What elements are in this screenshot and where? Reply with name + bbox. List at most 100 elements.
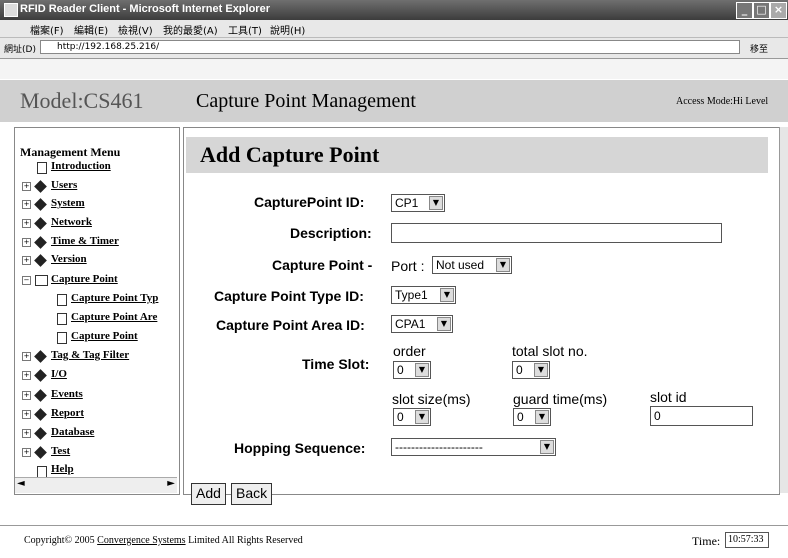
sidebar-item-capture-point-area[interactable]: Capture Point Are xyxy=(71,311,157,323)
expand-icon[interactable]: + xyxy=(22,371,31,380)
collapse-icon[interactable]: − xyxy=(22,276,31,285)
copyright-suffix: Limited All Rights Reserved xyxy=(188,535,303,546)
sidebar-item-test[interactable]: Test xyxy=(51,445,70,457)
chevron-down-icon: ▼ xyxy=(415,410,429,424)
add-button[interactable]: Add xyxy=(191,483,226,505)
menu-file[interactable]: 檔案(F) xyxy=(30,22,64,37)
time-slot-label: Time Slot: xyxy=(302,356,370,372)
hopping-select[interactable]: ---------------------- ▼ xyxy=(391,438,556,456)
sidebar-item-version[interactable]: Version xyxy=(51,253,87,265)
port-select[interactable]: Not used ▼ xyxy=(432,256,512,274)
area-id-select[interactable]: CPA1 ▼ xyxy=(391,315,453,333)
address-input[interactable]: http://192.168.25.216/ xyxy=(40,40,740,54)
slot-id-input[interactable]: 0 xyxy=(650,406,753,426)
menu-help[interactable]: 說明(H) xyxy=(270,22,305,37)
access-mode: Access Mode:Hi Level xyxy=(676,96,769,107)
address-label: 網址(D) xyxy=(4,45,36,55)
sidebar-item-tag-filter[interactable]: Tag & Tag Filter xyxy=(51,349,129,361)
chevron-down-icon: ▼ xyxy=(534,363,548,377)
guard-time-label: guard time(ms) xyxy=(513,391,608,407)
scroll-right-icon[interactable]: ► xyxy=(167,478,175,489)
sidebar-item-report[interactable]: Report xyxy=(51,407,84,419)
scroll-left-icon[interactable]: ◄ xyxy=(17,478,25,489)
sidebar-item-system[interactable]: System xyxy=(51,197,85,209)
expand-icon[interactable]: + xyxy=(22,391,31,400)
sidebar-item-io[interactable]: I/O xyxy=(51,368,67,380)
chevron-down-icon: ▼ xyxy=(440,288,454,302)
main-vertical-scrollbar[interactable] xyxy=(779,127,788,493)
sidebar-item-database[interactable]: Database xyxy=(51,426,94,438)
window-title: RFID Reader Client - Microsoft Internet … xyxy=(20,3,270,15)
sidebar-item-events[interactable]: Events xyxy=(51,388,83,400)
sidebar-item-capture-point[interactable]: Capture Point xyxy=(51,273,118,285)
description-label: Description: xyxy=(290,225,372,241)
slot-size-label: slot size(ms) xyxy=(392,391,471,407)
sidebar-item-users[interactable]: Users xyxy=(51,179,77,191)
minimize-icon[interactable]: _ xyxy=(736,2,753,19)
page-icon xyxy=(37,162,47,174)
copyright-prefix: Copyright© 2005 xyxy=(24,535,95,546)
maximize-icon[interactable]: □ xyxy=(753,2,770,19)
page-icon xyxy=(57,294,67,306)
sidebar-item-capture-point-type[interactable]: Capture Point Typ xyxy=(71,292,158,304)
menu-tools[interactable]: 工具(T) xyxy=(228,22,262,37)
menu-favorites[interactable]: 我的最愛(A) xyxy=(163,22,218,37)
order-value: 0 xyxy=(397,363,404,377)
order-select[interactable]: 0 ▼ xyxy=(393,361,431,379)
back-button[interactable]: Back xyxy=(231,483,273,505)
close-icon[interactable]: × xyxy=(770,2,787,19)
copyright: Copyright© 2005 Convergence Systems Limi… xyxy=(24,535,303,546)
type-id-value: Type1 xyxy=(395,288,428,302)
chevron-down-icon: ▼ xyxy=(535,410,549,424)
expand-icon[interactable]: + xyxy=(22,448,31,457)
order-label: order xyxy=(393,343,426,359)
port-label: Port : xyxy=(391,258,425,274)
expand-icon[interactable]: + xyxy=(22,238,31,247)
sidebar-item-introduction[interactable]: Introduction xyxy=(51,160,111,172)
toolbar-spacer xyxy=(0,59,788,79)
page-icon xyxy=(57,332,67,344)
expand-icon[interactable]: + xyxy=(22,429,31,438)
url-text: http://192.168.25.216/ xyxy=(57,42,160,52)
slot-id-label: slot id xyxy=(650,389,687,405)
sidebar-title: Management Menu xyxy=(20,145,121,159)
type-id-label: Capture Point Type ID: xyxy=(214,288,364,304)
chevron-down-icon: ▼ xyxy=(429,196,443,210)
ie-app-icon xyxy=(4,3,18,17)
slot-size-select[interactable]: 0 ▼ xyxy=(393,408,431,426)
area-id-label: Capture Point Area ID: xyxy=(216,317,365,333)
expand-icon[interactable]: + xyxy=(22,182,31,191)
sidebar-item-capture-point-sub[interactable]: Capture Point xyxy=(71,330,138,342)
expand-icon[interactable]: + xyxy=(22,219,31,228)
guard-time-select[interactable]: 0 ▼ xyxy=(513,408,551,426)
capture-point-id-value: CP1 xyxy=(395,196,419,210)
expand-icon[interactable]: + xyxy=(22,410,31,419)
chevron-down-icon: ▼ xyxy=(415,363,429,377)
form-heading: Add Capture Point xyxy=(200,142,380,167)
slot-id-value: 0 xyxy=(654,409,661,423)
expand-icon[interactable]: + xyxy=(22,200,31,209)
hopping-value: ---------------------- xyxy=(395,440,483,454)
sidebar-item-time-timer[interactable]: Time & Timer xyxy=(51,235,119,247)
sidebar-horizontal-scrollbar[interactable]: ◄ ► xyxy=(15,477,177,493)
company-link[interactable]: Convergence Systems xyxy=(97,535,185,546)
chevron-down-icon: ▼ xyxy=(496,258,510,272)
expand-icon[interactable]: + xyxy=(22,352,31,361)
menu-view[interactable]: 檢視(V) xyxy=(118,22,153,37)
capture-point-id-select[interactable]: CP1 ▼ xyxy=(391,194,445,212)
address-bar: 網址(D) http://192.168.25.216/ 移至 xyxy=(0,38,788,59)
chevron-down-icon: ▼ xyxy=(437,317,451,331)
type-id-select[interactable]: Type1 ▼ xyxy=(391,286,456,304)
description-input[interactable] xyxy=(391,223,722,243)
expand-icon[interactable]: + xyxy=(22,256,31,265)
total-slot-value: 0 xyxy=(516,363,523,377)
sidebar-item-network[interactable]: Network xyxy=(51,216,92,228)
go-button[interactable]: 移至 xyxy=(750,42,768,55)
total-slot-select[interactable]: 0 ▼ xyxy=(512,361,550,379)
area-id-value: CPA1 xyxy=(395,317,426,331)
sidebar-item-help[interactable]: Help xyxy=(51,463,74,475)
menu-edit[interactable]: 編輯(E) xyxy=(74,22,108,37)
port-value: Not used xyxy=(436,258,485,272)
model-label: Model:CS461 xyxy=(20,88,144,113)
time-field: 10:57:33 xyxy=(725,532,769,548)
